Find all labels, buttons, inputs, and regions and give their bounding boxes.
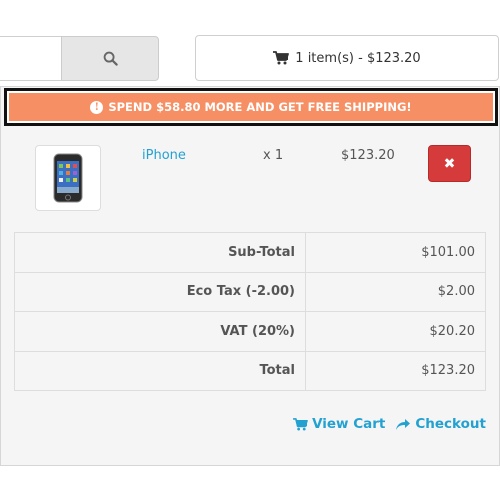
table-row: Sub-Total $101.00 (14, 232, 486, 273)
free-shipping-banner: ! SPEND $58.80 MORE AND GET FREE SHIPPIN… (9, 93, 493, 121)
subtotal-value: $101.00 (305, 232, 486, 273)
subtotal-label: Sub-Total (14, 232, 306, 273)
search-icon (103, 51, 118, 66)
vat-label: VAT (20%) (14, 311, 306, 352)
share-arrow-icon (396, 419, 411, 430)
table-row: VAT (20%) $20.20 (14, 311, 486, 352)
product-quantity: x 1 (263, 148, 284, 163)
table-row: Eco Tax (-2.00) $2.00 (14, 271, 486, 312)
cart-button[interactable]: 1 item(s) - $123.20 (195, 35, 499, 81)
shipping-message: SPEND $58.80 MORE AND GET FREE SHIPPING! (108, 100, 412, 114)
cart-summary: 1 item(s) - $123.20 (295, 50, 421, 66)
checkout-label: Checkout (415, 416, 486, 432)
table-row: Total $123.20 (14, 350, 486, 391)
shipping-banner-frame: ! SPEND $58.80 MORE AND GET FREE SHIPPIN… (4, 88, 498, 126)
search-input[interactable] (0, 36, 62, 81)
product-thumbnail[interactable] (35, 145, 101, 211)
shopping-cart-icon (293, 417, 308, 431)
total-value: $123.20 (305, 350, 486, 391)
eco-tax-label: Eco Tax (-2.00) (14, 271, 306, 312)
exclamation-circle-icon: ! (90, 100, 104, 114)
shopping-cart-icon (273, 51, 290, 65)
page: 1 item(s) - $123.20 ! SPEND $58.80 MORE … (0, 0, 500, 500)
iphone-image (53, 153, 83, 203)
cart-actions: View Cart Checkout (293, 416, 486, 432)
close-icon: ✖ (443, 155, 456, 172)
view-cart-label: View Cart (312, 416, 386, 432)
vat-value: $20.20 (305, 311, 486, 352)
checkout-link[interactable]: Checkout (395, 416, 486, 432)
view-cart-link[interactable]: View Cart (293, 416, 385, 432)
search-button[interactable] (61, 36, 159, 81)
product-name-link[interactable]: iPhone (142, 148, 186, 163)
eco-tax-value: $2.00 (305, 271, 486, 312)
totals-table: Sub-Total $101.00 Eco Tax (-2.00) $2.00 … (14, 232, 486, 391)
product-price: $123.20 (341, 148, 395, 163)
remove-item-button[interactable]: ✖ (428, 145, 471, 182)
total-label: Total (14, 350, 306, 391)
